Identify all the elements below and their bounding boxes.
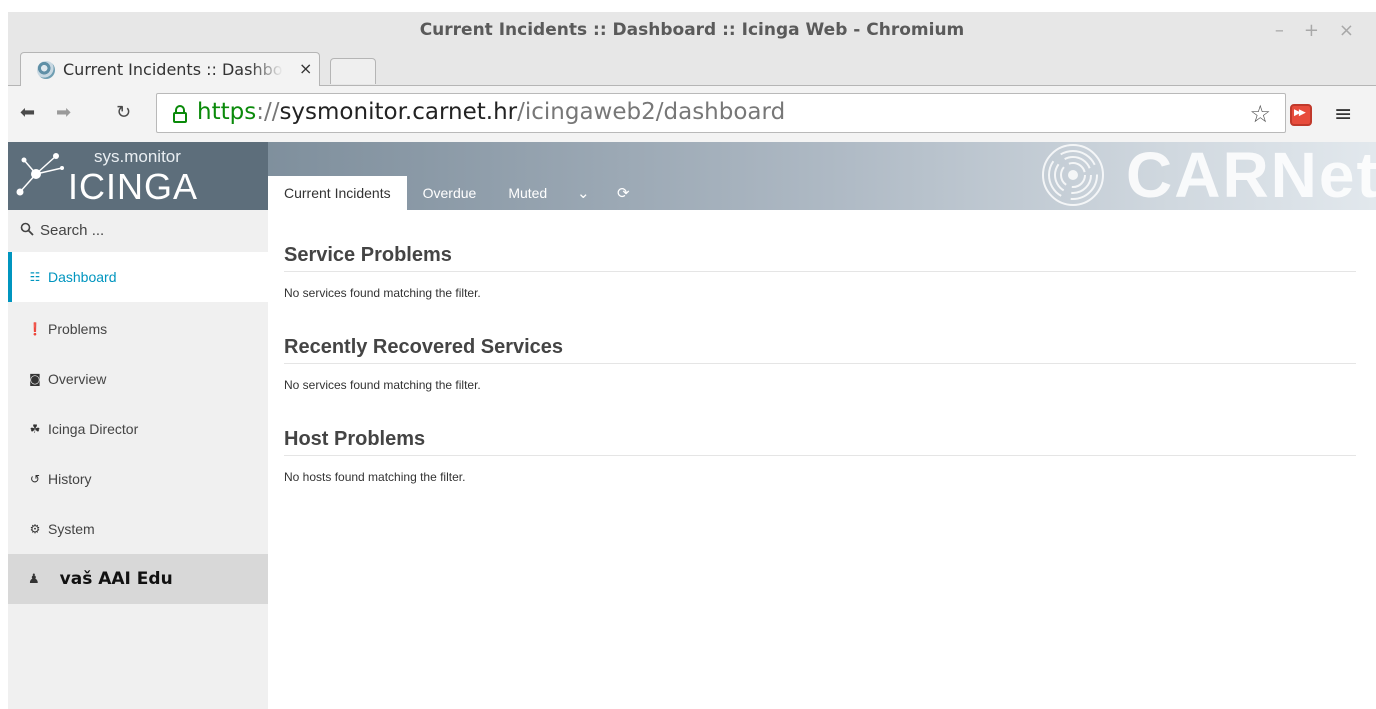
sidebar-item-dashboard[interactable]: ☷ Dashboard bbox=[8, 252, 268, 302]
carnet-logo: CARNet bbox=[1034, 142, 1376, 210]
sidebar-item-label: Problems bbox=[48, 321, 108, 337]
dashlet-empty-message: No services found matching the filter. bbox=[284, 286, 481, 300]
user-icon: ♟ bbox=[28, 571, 40, 587]
logo-title: ICINGA bbox=[68, 166, 199, 207]
host-problems-dashlet: Host Problems No hosts found matching th… bbox=[284, 428, 1356, 484]
search-placeholder: Search ... bbox=[40, 222, 105, 239]
alert-icon: ❗ bbox=[27, 322, 43, 336]
sidebar-item-overview[interactable]: ◙ Overview bbox=[8, 354, 268, 404]
tab-current-incidents[interactable]: Current Incidents bbox=[268, 176, 407, 210]
extension-icon[interactable] bbox=[1290, 104, 1312, 126]
lock-icon bbox=[173, 105, 187, 123]
new-tab-button[interactable] bbox=[330, 58, 376, 84]
sidebar-item-problems[interactable]: ❗ Problems bbox=[8, 304, 268, 354]
hamburger-menu-icon[interactable]: ≡ bbox=[1334, 102, 1352, 127]
refresh-icon[interactable]: ⟳ bbox=[603, 176, 643, 210]
forward-arrow-icon[interactable]: ➡ bbox=[56, 102, 71, 123]
dashboard-content: Service Problems No services found match… bbox=[268, 210, 1376, 709]
sidebar-item-system[interactable]: ⚙ System bbox=[8, 504, 268, 554]
history-icon: ↺ bbox=[29, 472, 41, 486]
search-icon bbox=[20, 222, 34, 236]
reload-icon[interactable]: ↻ bbox=[116, 102, 131, 123]
star-icon[interactable]: ☆ bbox=[1249, 100, 1271, 128]
dashlet-empty-message: No hosts found matching the filter. bbox=[284, 470, 466, 484]
cogs-icon: ⚙ bbox=[29, 522, 41, 536]
tab-close-icon[interactable]: × bbox=[299, 59, 312, 78]
url-scheme: https bbox=[197, 99, 257, 125]
browser-tab[interactable]: Current Incidents :: Dashboard :: Icinga… bbox=[20, 52, 320, 86]
dashlet-empty-message: No services found matching the filter. bbox=[284, 378, 481, 392]
sidebar-item-label: Icinga Director bbox=[48, 421, 139, 437]
sidebar-item-history[interactable]: ↺ History bbox=[8, 454, 268, 504]
search-field[interactable]: Search ... bbox=[8, 210, 268, 252]
url-path: /icingaweb2/dashboard bbox=[517, 99, 786, 125]
sidebar-item-label: System bbox=[48, 521, 95, 537]
grid-icon: ☷ bbox=[29, 270, 41, 284]
logo-subtitle: sys.monitor bbox=[94, 147, 181, 166]
tab-muted[interactable]: Muted bbox=[492, 176, 563, 210]
url-host: sysmonitor.carnet.hr bbox=[279, 99, 518, 125]
address-bar[interactable]: https://sysmonitor.carnet.hr/icingaweb2/… bbox=[156, 93, 1286, 133]
window-title: Current Incidents :: Dashboard :: Icinga… bbox=[419, 20, 965, 40]
sidebar-item-icinga-director[interactable]: ☘ Icinga Director bbox=[8, 404, 268, 454]
carnet-brand-text: CARNet bbox=[1126, 142, 1376, 210]
icinga-logo[interactable]: sys.monitor ICINGA bbox=[8, 142, 268, 210]
sidebar-item-user[interactable]: ♟ vaš AAI Edu bbox=[8, 554, 268, 604]
back-arrow-icon[interactable]: ⬅ bbox=[20, 102, 35, 123]
chevron-down-icon[interactable]: ⌄ bbox=[563, 176, 603, 210]
window-titlebar: Current Incidents :: Dashboard :: Icinga… bbox=[8, 12, 1376, 48]
url-text: https://sysmonitor.carnet.hr/icingaweb2/… bbox=[197, 99, 785, 125]
sidebar: Search ... ☷ Dashboard ❗ Problems ◙ Over… bbox=[8, 210, 268, 709]
icinga-favicon-icon bbox=[37, 61, 55, 79]
director-icon: ☘ bbox=[29, 422, 41, 436]
minimize-button[interactable]: – bbox=[1275, 20, 1284, 41]
browser-tab-title: Current Incidents :: Dashboard :: Icinga… bbox=[63, 60, 283, 79]
carnet-swirl-icon bbox=[1042, 144, 1104, 206]
sidebar-item-label: Overview bbox=[48, 371, 107, 387]
dashboard-tabs: Current Incidents Overdue Muted ⌄ ⟳ bbox=[268, 176, 643, 210]
recently-recovered-services-dashlet: Recently Recovered Services No services … bbox=[284, 336, 1356, 392]
dashlet-title[interactable]: Recently Recovered Services bbox=[284, 336, 1356, 364]
user-name: vaš AAI Edu bbox=[59, 569, 173, 589]
sidebar-item-label: History bbox=[48, 471, 92, 487]
browser-tabstrip: Current Incidents :: Dashboard :: Icinga… bbox=[8, 48, 1376, 86]
tab-overdue[interactable]: Overdue bbox=[407, 176, 493, 210]
sidebar-item-label: Dashboard bbox=[48, 269, 117, 285]
app-header: sys.monitor ICINGA Current Incidents Ove… bbox=[8, 142, 1376, 210]
binoculars-icon: ◙ bbox=[29, 372, 41, 386]
maximize-button[interactable]: + bbox=[1304, 20, 1319, 41]
dashlet-title[interactable]: Host Problems bbox=[284, 428, 1356, 456]
close-window-button[interactable]: × bbox=[1339, 20, 1354, 41]
browser-toolbar: ⬅ ➡ ↻ https://sysmonitor.carnet.hr/icing… bbox=[8, 86, 1376, 142]
url-separator: :// bbox=[256, 99, 280, 125]
window-controls: – + × bbox=[1275, 20, 1354, 41]
dashlet-title[interactable]: Service Problems bbox=[284, 244, 1356, 272]
service-problems-dashlet: Service Problems No services found match… bbox=[284, 244, 1356, 300]
icinga-star-icon bbox=[16, 153, 64, 196]
